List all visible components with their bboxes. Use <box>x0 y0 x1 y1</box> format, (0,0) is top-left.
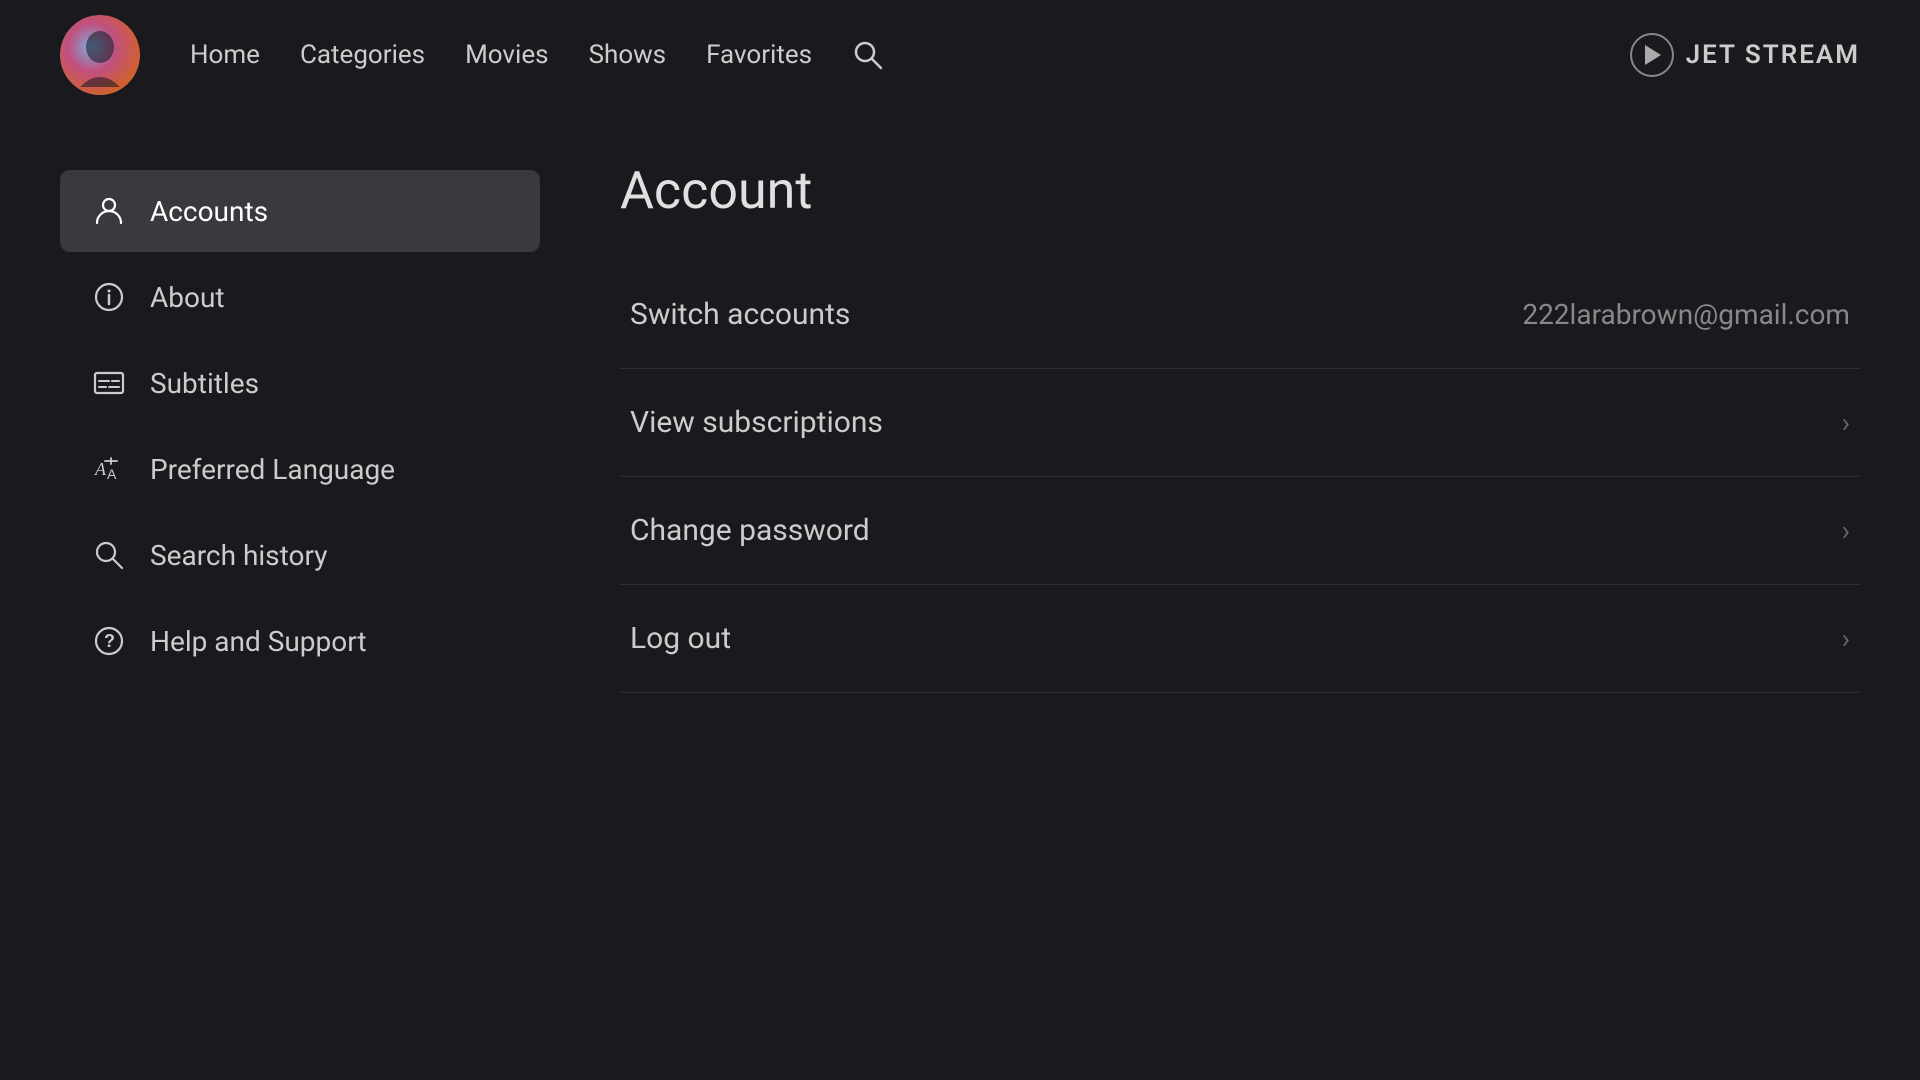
nav-movies[interactable]: Movies <box>465 40 548 70</box>
nav-categories[interactable]: Categories <box>300 40 425 70</box>
change-password-label: Change password <box>630 513 870 548</box>
search-button[interactable] <box>852 39 884 71</box>
nav-favorites[interactable]: Favorites <box>706 40 812 70</box>
sidebar-label-search-history: Search history <box>150 539 327 572</box>
header-right: JET STREAM <box>1630 33 1860 77</box>
svg-text:A: A <box>107 466 117 482</box>
sidebar-item-help-support[interactable]: ? Help and Support <box>60 600 540 682</box>
log-out-right: › <box>1842 622 1850 655</box>
subtitles-icon <box>92 366 126 400</box>
sidebar-item-accounts[interactable]: Accounts <box>60 170 540 252</box>
change-password-option[interactable]: Change password › <box>620 477 1860 585</box>
view-subscriptions-label: View subscriptions <box>630 405 883 440</box>
sidebar-label-help-support: Help and Support <box>150 625 367 658</box>
switch-accounts-label: Switch accounts <box>630 297 850 332</box>
logo-avatar[interactable] <box>60 15 140 95</box>
sidebar-item-subtitles[interactable]: Subtitles <box>60 342 540 424</box>
sidebar-label-preferred-language: Preferred Language <box>150 453 395 486</box>
view-subscriptions-option[interactable]: View subscriptions › <box>620 369 1860 477</box>
account-title: Account <box>620 160 1860 221</box>
nav-shows[interactable]: Shows <box>589 40 667 70</box>
sidebar-label-about: About <box>150 281 225 314</box>
sidebar-item-about[interactable]: About <box>60 256 540 338</box>
play-icon <box>1630 33 1674 77</box>
header: Home Categories Movies Shows Favorites J… <box>0 0 1920 110</box>
main-content: Accounts About <box>0 110 1920 1080</box>
switch-accounts-right: 222larabrown@gmail.com <box>1522 298 1850 331</box>
view-subscriptions-right: › <box>1842 406 1850 439</box>
switch-accounts-email: 222larabrown@gmail.com <box>1522 298 1850 331</box>
svg-text:?: ? <box>104 631 115 651</box>
sidebar-item-preferred-language[interactable]: A A Preferred Language <box>60 428 540 510</box>
sidebar: Accounts About <box>60 150 540 1040</box>
header-left: Home Categories Movies Shows Favorites <box>60 15 884 95</box>
log-out-label: Log out <box>630 621 731 656</box>
chevron-right-icon: › <box>1842 514 1850 547</box>
brand-name: JET STREAM <box>1686 40 1860 70</box>
log-out-option[interactable]: Log out › <box>620 585 1860 693</box>
person-icon <box>92 194 126 228</box>
account-content: Account Switch accounts 222larabrown@gma… <box>620 150 1860 1040</box>
main-nav: Home Categories Movies Shows Favorites <box>190 39 884 71</box>
svg-text:A: A <box>94 459 107 479</box>
translate-icon: A A <box>92 452 126 486</box>
search-icon <box>852 39 884 71</box>
sidebar-label-subtitles: Subtitles <box>150 367 259 400</box>
nav-home[interactable]: Home <box>190 40 260 70</box>
brand-logo: JET STREAM <box>1630 33 1860 77</box>
chevron-right-icon: › <box>1842 406 1850 439</box>
sidebar-item-search-history[interactable]: Search history <box>60 514 540 596</box>
search-history-icon <box>92 538 126 572</box>
change-password-right: › <box>1842 514 1850 547</box>
chevron-right-icon: › <box>1842 622 1850 655</box>
info-icon <box>92 280 126 314</box>
switch-accounts-option[interactable]: Switch accounts 222larabrown@gmail.com <box>620 261 1860 369</box>
sidebar-label-accounts: Accounts <box>150 195 268 228</box>
help-icon: ? <box>92 624 126 658</box>
